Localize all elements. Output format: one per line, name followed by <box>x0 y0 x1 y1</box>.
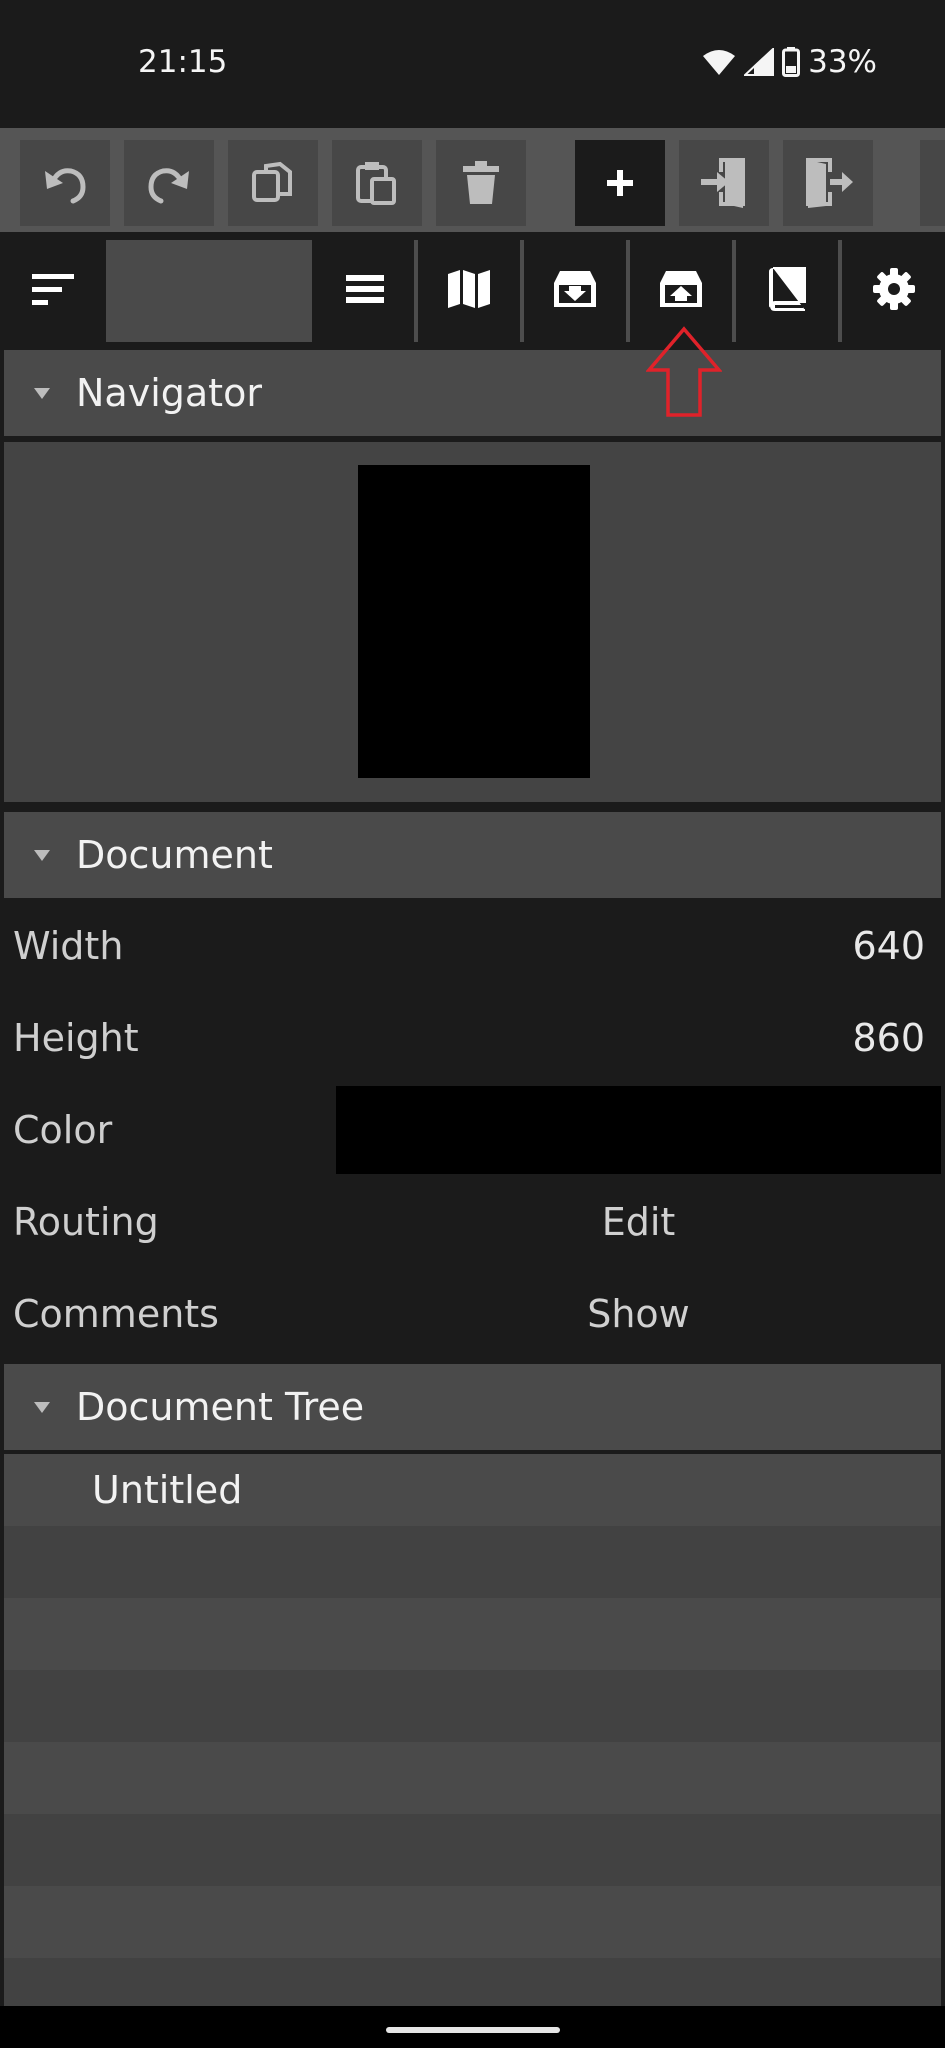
tab-map[interactable] <box>418 240 520 342</box>
paste-button[interactable] <box>332 140 422 226</box>
wifi-icon <box>702 48 736 76</box>
tree-item-untitled[interactable]: Untitled <box>4 1454 941 1526</box>
tab-layers[interactable] <box>316 240 414 342</box>
undo-button[interactable] <box>20 140 110 226</box>
property-label: Width <box>4 902 332 990</box>
copy-icon <box>250 160 296 206</box>
tree-row-empty <box>4 1886 941 1958</box>
archive-upload-icon <box>658 269 704 313</box>
import-button[interactable] <box>679 140 769 226</box>
tab-bar <box>0 240 945 342</box>
login-icon <box>699 156 749 210</box>
add-button[interactable] <box>575 140 665 226</box>
status-icons: 33% <box>702 44 877 80</box>
property-row-height: Height 860 <box>4 994 941 1082</box>
system-navigation-bar <box>0 2006 945 2048</box>
toolbar-overflow-button[interactable] <box>920 140 945 226</box>
tree-row-empty <box>4 1670 941 1742</box>
navigator-title: Navigator <box>76 371 262 415</box>
map-icon <box>446 268 492 314</box>
document-tree-list: Untitled <box>4 1454 941 2006</box>
redo-icon <box>145 161 193 205</box>
navigator-document-thumbnail[interactable] <box>358 465 590 778</box>
home-gesture-pill[interactable] <box>386 2027 560 2033</box>
status-bar: 21:15 33% <box>0 0 945 128</box>
plus-icon <box>605 168 635 198</box>
tree-row-empty <box>4 1526 941 1598</box>
property-row-routing: Routing Edit <box>4 1178 941 1266</box>
logout-icon <box>802 156 854 210</box>
copy-button[interactable] <box>228 140 318 226</box>
book-icon <box>767 266 807 316</box>
battery-icon <box>782 47 801 77</box>
tree-row-empty <box>4 1598 941 1670</box>
layers-icon <box>345 273 385 309</box>
property-row-color: Color <box>4 1086 941 1174</box>
redo-button[interactable] <box>124 140 214 226</box>
cell-signal-icon <box>744 48 775 76</box>
annotation-arrow-icon <box>646 326 722 417</box>
document-tree-header[interactable]: Document Tree <box>4 1364 941 1450</box>
comments-show-button[interactable]: Show <box>336 1270 941 1358</box>
collapse-triangle-icon <box>34 849 50 861</box>
tree-row-empty <box>4 1958 941 2006</box>
width-value-field[interactable]: 640 <box>336 902 941 990</box>
document-title: Document <box>76 833 273 877</box>
tab-archive-in[interactable] <box>524 240 626 342</box>
navigator-header[interactable]: Navigator <box>4 350 941 436</box>
export-button[interactable] <box>783 140 873 226</box>
collapse-triangle-icon <box>34 387 50 399</box>
property-row-comments: Comments Show <box>4 1270 941 1358</box>
document-tree-title: Document Tree <box>76 1385 365 1429</box>
archive-download-icon <box>552 269 598 313</box>
document-header[interactable]: Document <box>4 812 941 898</box>
trash-icon <box>461 160 501 206</box>
delete-button[interactable] <box>436 140 526 226</box>
toolbar <box>0 128 945 236</box>
height-value-field[interactable]: 860 <box>336 994 941 1082</box>
paste-icon <box>354 159 400 207</box>
collapse-triangle-icon <box>34 1401 50 1413</box>
tab-settings[interactable] <box>842 240 945 342</box>
sort-lines-icon <box>30 271 76 311</box>
status-time: 21:15 <box>138 44 228 80</box>
color-swatch[interactable] <box>336 1086 941 1174</box>
routing-edit-button[interactable]: Edit <box>336 1178 941 1266</box>
tab-book[interactable] <box>736 240 838 342</box>
property-label: Height <box>4 994 332 1082</box>
property-label: Routing <box>4 1178 332 1266</box>
tab-search-field[interactable] <box>106 240 312 342</box>
gear-icon <box>872 267 916 315</box>
property-row-width: Width 640 <box>4 902 941 990</box>
tree-row-empty <box>4 1814 941 1886</box>
tab-sort[interactable] <box>0 240 106 342</box>
property-label: Comments <box>4 1270 332 1358</box>
navigator-panel <box>4 442 941 802</box>
tree-row-empty <box>4 1742 941 1814</box>
undo-icon <box>41 161 89 205</box>
property-label: Color <box>4 1086 332 1174</box>
battery-percent: 33% <box>808 44 877 80</box>
